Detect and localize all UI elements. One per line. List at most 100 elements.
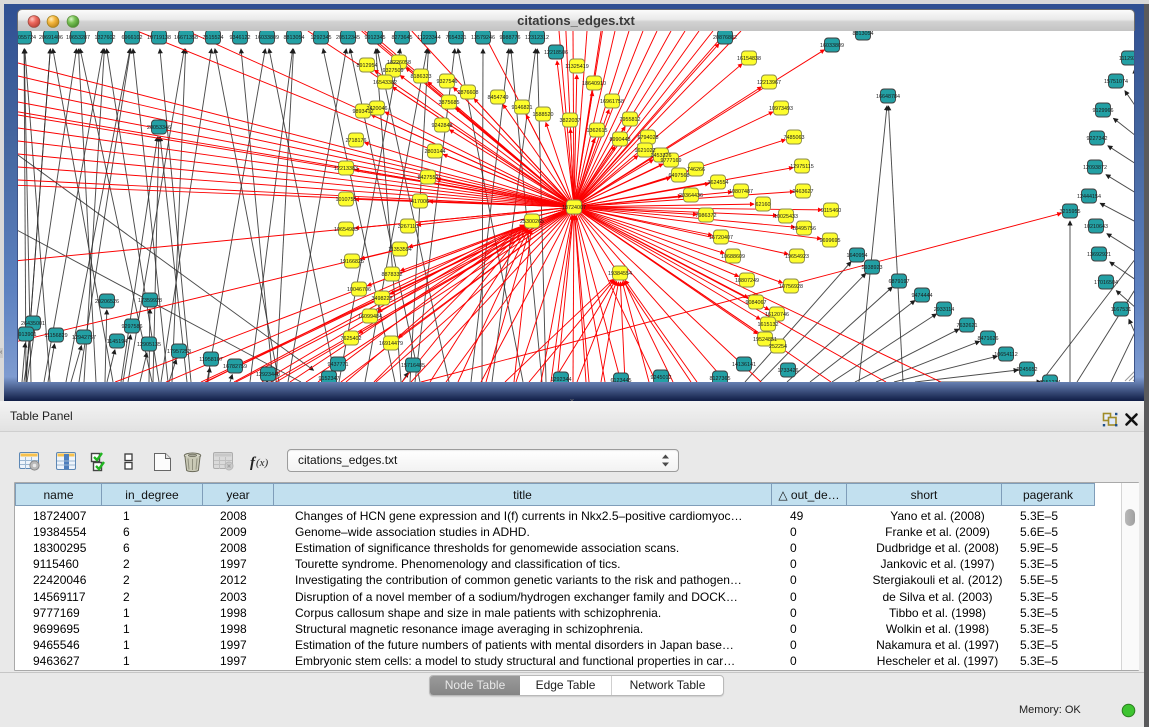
svg-text:16120746: 16120746	[765, 312, 789, 318]
svg-text:7986372: 7986372	[696, 213, 717, 219]
svg-text:3624554: 3624554	[708, 180, 729, 186]
svg-text:10046706: 10046706	[347, 287, 371, 293]
svg-text:1733426: 1733426	[778, 368, 799, 374]
svg-text:16033809: 16033809	[255, 35, 279, 41]
svg-text:417006: 417006	[411, 199, 429, 205]
svg-text:9151234: 9151234	[1040, 380, 1061, 382]
svg-text:13579246: 13579246	[471, 35, 495, 41]
svg-text:9129966: 9129966	[1093, 108, 1114, 114]
svg-text:7955812: 7955812	[620, 117, 641, 123]
svg-text:11958107: 11958107	[199, 357, 223, 363]
svg-text:10688609: 10688609	[721, 254, 745, 260]
svg-text:2718176: 2718176	[346, 138, 367, 144]
svg-text:16648784: 16648784	[876, 94, 900, 100]
svg-text:9474444: 9474444	[912, 293, 933, 299]
svg-text:10210643: 10210643	[1084, 224, 1108, 230]
svg-text:12923448: 12923448	[256, 372, 280, 378]
svg-text:8471626: 8471626	[978, 336, 999, 342]
svg-text:7515524: 7515524	[203, 35, 224, 41]
svg-text:19654983: 19654983	[334, 227, 358, 233]
svg-text:8454749: 8454749	[488, 95, 509, 101]
svg-text:1615132: 1615132	[758, 322, 779, 328]
svg-text:3498222: 3498222	[372, 296, 393, 302]
svg-text:9327546: 9327546	[437, 79, 458, 85]
svg-text:3875685: 3875685	[439, 100, 460, 106]
svg-text:9988776: 9988776	[500, 35, 521, 41]
svg-text:3215955: 3215955	[1060, 209, 1081, 215]
svg-text:8186323: 8186323	[411, 74, 432, 80]
svg-text:12975115: 12975115	[790, 164, 814, 170]
svg-text:9463627: 9463627	[793, 189, 814, 195]
svg-text:9327509: 9327509	[383, 68, 404, 74]
svg-text:7654321: 7654321	[446, 35, 467, 41]
svg-text:13692921: 13692921	[1087, 252, 1111, 258]
svg-text:8813054: 8813054	[853, 31, 874, 37]
svg-text:20876882: 20876882	[713, 35, 737, 41]
svg-text:8427552: 8427552	[418, 175, 439, 181]
svg-text:12218506: 12218506	[544, 50, 568, 56]
svg-text:11325419: 11325419	[565, 64, 589, 70]
svg-text:17957253: 17957253	[167, 349, 191, 355]
svg-text:20512345: 20512345	[336, 35, 360, 41]
svg-text:12312312: 12312312	[525, 35, 549, 41]
svg-text:6123445: 6123445	[611, 378, 632, 382]
svg-text:16782759: 16782759	[223, 364, 247, 370]
svg-text:9084067: 9084067	[746, 300, 767, 306]
svg-text:16961758: 16961758	[600, 99, 624, 105]
svg-text:8813054: 8813054	[284, 35, 305, 41]
svg-text:16033809: 16033809	[820, 43, 844, 49]
svg-text:11156829: 11156829	[44, 333, 67, 339]
svg-text:1640954: 1640954	[847, 253, 868, 259]
svg-text:9152347: 9152347	[319, 376, 340, 382]
svg-text:9115460: 9115460	[821, 208, 842, 214]
svg-text:25300265: 25300265	[520, 219, 544, 225]
svg-text:7632621: 7632621	[957, 323, 978, 329]
svg-text:12942757: 12942757	[72, 335, 96, 341]
svg-text:7485063: 7485063	[784, 135, 805, 141]
svg-text:9346122: 9346122	[230, 35, 251, 41]
svg-text:18226058: 18226058	[387, 60, 411, 66]
svg-text:17016504: 17016504	[1094, 280, 1118, 286]
svg-text:17359928: 17359928	[138, 298, 162, 304]
svg-text:9227342: 9227342	[1087, 136, 1108, 142]
svg-text:2803144: 2803144	[425, 149, 446, 155]
svg-text:19166825: 19166825	[340, 259, 364, 265]
svg-text:18495756: 18495756	[792, 226, 816, 232]
svg-text:2876608: 2876608	[458, 90, 479, 96]
svg-text:15716485: 15716485	[401, 363, 425, 369]
svg-text:26435001: 26435001	[21, 321, 45, 327]
svg-text:8273645: 8273645	[392, 35, 413, 41]
svg-text:19384554: 19384554	[608, 271, 632, 277]
svg-text:7625402: 7625402	[341, 336, 362, 342]
svg-text:12905135: 12905135	[137, 342, 161, 348]
svg-text:14055724: 14055724	[18, 35, 36, 41]
svg-text:1292345: 1292345	[311, 35, 332, 41]
svg-text:15751074: 15751074	[1104, 79, 1128, 85]
svg-text:6879197: 6879197	[889, 279, 910, 285]
svg-text:9777169: 9777169	[661, 158, 682, 164]
svg-text:1167531: 1167531	[1111, 307, 1132, 313]
svg-text:3267110: 3267110	[398, 224, 419, 230]
svg-text:18724007: 18724007	[562, 205, 586, 211]
svg-text:8990448: 8990448	[610, 137, 631, 143]
svg-text:10756928: 10756928	[779, 284, 803, 290]
svg-text:8878332: 8878332	[382, 272, 403, 278]
svg-text:252254: 252254	[769, 344, 787, 350]
svg-text:10654112: 10654112	[994, 352, 1018, 358]
svg-text:20053346: 20053346	[147, 125, 171, 131]
svg-text:9912345: 9912345	[365, 35, 386, 41]
svg-text:9245012: 9245012	[651, 375, 672, 381]
svg-text:6497568: 6497568	[669, 173, 690, 179]
svg-text:1588520: 1588520	[533, 112, 554, 118]
svg-text:20364436: 20364436	[679, 193, 703, 199]
svg-text:6966102: 6966102	[122, 35, 143, 41]
svg-text:3822037: 3822037	[560, 118, 581, 124]
svg-text:20206526: 20206526	[95, 299, 119, 305]
svg-text:6794028: 6794028	[638, 135, 659, 141]
svg-text:1327602: 1327602	[95, 35, 116, 41]
svg-text:11353594: 11353594	[388, 247, 412, 253]
svg-text:9893412: 9893412	[353, 109, 374, 115]
svg-text:9297586: 9297586	[122, 324, 143, 330]
svg-text:9245652: 9245652	[1017, 367, 1038, 373]
svg-text:62160: 62160	[756, 202, 771, 208]
